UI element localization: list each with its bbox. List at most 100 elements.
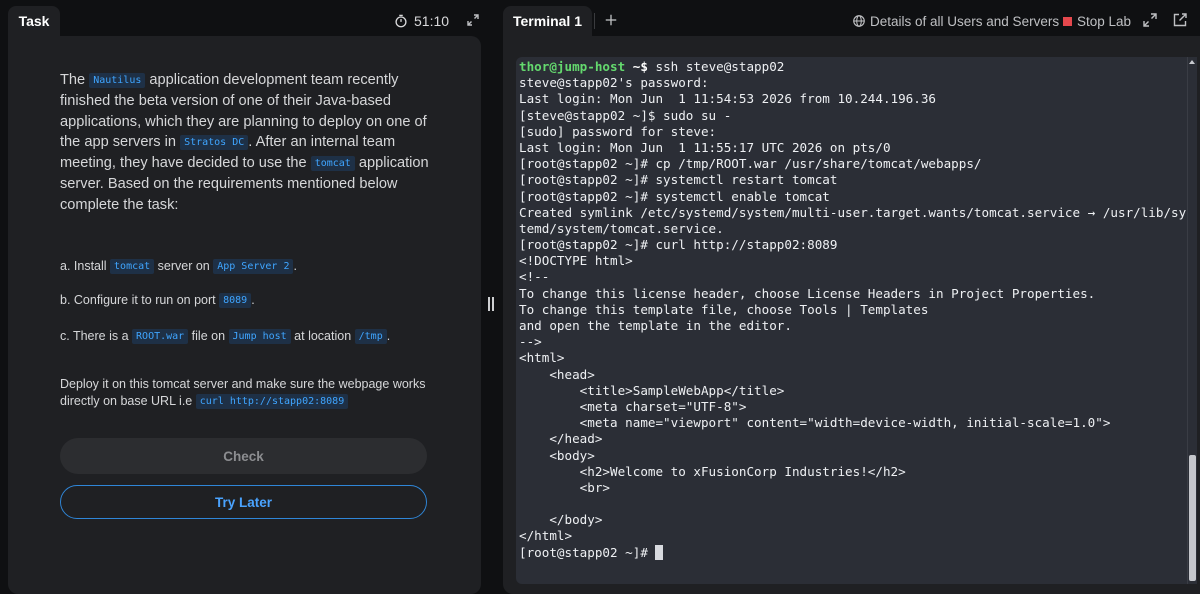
resize-grip-bar bbox=[492, 297, 494, 311]
terminal-line: --> bbox=[519, 334, 1187, 350]
tab-task[interactable]: Task bbox=[8, 6, 60, 36]
stop-square-icon bbox=[1063, 16, 1072, 26]
text-segment: at location bbox=[290, 329, 355, 343]
stopwatch-icon bbox=[395, 14, 407, 28]
terminal-line: Created symlink /etc/systemd/system/mult… bbox=[519, 205, 1194, 221]
line-text: [steve@stapp02 ~]$ sudo su - bbox=[519, 107, 732, 123]
terminal-line: <!-- bbox=[519, 269, 1187, 285]
command-text: ssh steve@stapp02 bbox=[647, 59, 785, 74]
add-terminal-button[interactable] bbox=[603, 11, 619, 29]
code-chip: curl http://stapp02:8089 bbox=[195, 394, 349, 409]
text-segment: server on bbox=[154, 259, 214, 273]
code-chip: 8089 bbox=[219, 293, 252, 308]
text-segment: The bbox=[60, 72, 90, 88]
scroll-up-arrow-icon[interactable] bbox=[1189, 60, 1195, 64]
try-later-button[interactable]: Try Later bbox=[60, 485, 427, 519]
terminal-line: [root@stapp02 ~]# systemctl restart tomc… bbox=[519, 172, 1187, 188]
terminal-line: <h2>Welcome to xFusionCorp Industries!</… bbox=[519, 464, 1187, 480]
resize-grip-bar bbox=[488, 297, 490, 311]
globe-icon bbox=[853, 15, 865, 27]
timer: 51:10 bbox=[394, 12, 449, 30]
terminal-line: [root@stapp02 ~]# curl http://stapp02:80… bbox=[519, 237, 1187, 253]
code-chip: Jump host bbox=[228, 329, 291, 344]
terminal-line: steve@stapp02's password: bbox=[519, 75, 1187, 91]
terminal-line: and open the template in the editor. bbox=[519, 318, 1187, 334]
terminal-line: Last login: Mon Jun 1 11:55:17 UTC 2026 … bbox=[519, 140, 1187, 156]
line-text: [root@stapp02 ~]# cp /tmp/ROOT.war /usr/… bbox=[519, 156, 982, 172]
line-text: To change this license header, choose Li… bbox=[519, 285, 1096, 301]
terminal-panel: thor@jump-host ~$ ssh steve@stapp02 steve… bbox=[503, 36, 1200, 594]
terminal-line: </head> bbox=[519, 431, 1187, 447]
prompt-user-host: thor@jump-host bbox=[519, 59, 626, 74]
line-text: <h2>Welcome to xFusionCorp Industries!</… bbox=[519, 463, 906, 479]
fullscreen-icon[interactable] bbox=[1142, 12, 1158, 28]
check-button[interactable]: Check bbox=[60, 438, 427, 474]
code-chip: /tmp bbox=[354, 329, 387, 344]
line-text: [root@stapp02 ~]# bbox=[519, 544, 656, 560]
tab-task-label: Task bbox=[18, 13, 50, 29]
scrollbar-thumb[interactable] bbox=[1189, 455, 1196, 581]
terminal-line: <meta name="viewport" content="width=dev… bbox=[519, 415, 1187, 431]
task-description: The Nautilus application development tea… bbox=[60, 70, 430, 216]
line-text: <html> bbox=[519, 350, 565, 366]
line-text: </head> bbox=[519, 431, 603, 447]
plus-icon bbox=[605, 14, 617, 26]
terminal-line: [root@stapp02 ~]# bbox=[519, 544, 1187, 561]
terminal-line: </body> bbox=[519, 512, 1187, 528]
terminal-screen[interactable]: thor@jump-host ~$ ssh steve@stapp02 steve… bbox=[516, 57, 1197, 584]
requirement-b: b. Configure it to run on port 8089. bbox=[60, 291, 450, 309]
line-text: steve@stapp02's password: bbox=[519, 75, 709, 91]
line-text: Last login: Mon Jun 1 11:55:17 UTC 2026 … bbox=[519, 139, 891, 155]
terminal-line: temd/system/tomcat.service. bbox=[519, 221, 1187, 237]
terminal-line: [root@stapp02 ~]# systemctl enable tomca… bbox=[519, 189, 1187, 205]
code-chip: tomcat bbox=[110, 259, 155, 274]
external-link-icon[interactable] bbox=[1172, 12, 1188, 28]
line-text: --> bbox=[519, 334, 542, 350]
details-users-servers-button[interactable]: Details of all Users and Servers bbox=[852, 12, 1059, 30]
terminal-line: <body> bbox=[519, 448, 1187, 464]
code-chip: ROOT.war bbox=[132, 329, 189, 344]
terminal-line: <html> bbox=[519, 350, 1187, 366]
expand-icon[interactable] bbox=[466, 13, 480, 27]
line-text: <title>SampleWebApp</title> bbox=[519, 382, 785, 398]
terminal-line: [root@stapp02 ~]# cp /tmp/ROOT.war /usr/… bbox=[519, 156, 1187, 172]
line-text: <head> bbox=[519, 366, 595, 382]
terminal-scrollbar[interactable] bbox=[1187, 57, 1197, 584]
line-text: </html> bbox=[519, 528, 573, 544]
tab-separator bbox=[594, 13, 595, 29]
text-segment: file on bbox=[188, 329, 229, 343]
line-text: To change this template file, choose Too… bbox=[519, 301, 929, 317]
requirement-a: a. Install tomcat server on App Server 2… bbox=[60, 257, 450, 275]
terminal-line: Last login: Mon Jun 1 11:54:53 2026 from… bbox=[519, 91, 1187, 107]
line-text: <body> bbox=[519, 447, 595, 463]
line-text: <meta name="viewport" content="width=dev… bbox=[519, 415, 1111, 431]
tab-terminal-1[interactable]: Terminal 1 bbox=[503, 6, 592, 36]
terminal-output[interactable]: thor@jump-host ~$ ssh steve@stapp02 steve… bbox=[519, 59, 1194, 561]
text-segment: . bbox=[386, 329, 391, 343]
requirement-c: c. There is a ROOT.war file on Jump host… bbox=[60, 327, 450, 345]
line-text: [root@stapp02 ~]# systemctl restart tomc… bbox=[519, 172, 838, 188]
line-text: [root@stapp02 ~]# curl http://stapp02:80… bbox=[519, 237, 838, 253]
deploy-instructions: Deploy it on this tomcat server and make… bbox=[60, 376, 430, 410]
terminal-line: thor@jump-host ~$ ssh steve@stapp02 bbox=[519, 59, 1187, 75]
terminal-cursor bbox=[655, 544, 664, 560]
task-panel: The Nautilus application development tea… bbox=[8, 36, 481, 594]
terminal-line: <!DOCTYPE html> bbox=[519, 253, 1187, 269]
code-chip: Nautilus bbox=[89, 73, 146, 88]
tab-terminal-1-label: Terminal 1 bbox=[513, 13, 582, 29]
line-text: </body> bbox=[519, 512, 603, 528]
line-text: [root@stapp02 ~]# systemctl enable tomca… bbox=[519, 188, 830, 204]
code-chip: tomcat bbox=[310, 156, 355, 172]
terminal-line: To change this template file, choose Too… bbox=[519, 302, 1187, 318]
text-segment: c. There is a bbox=[60, 329, 133, 343]
details-label: Details of all Users and Servers bbox=[870, 13, 1060, 29]
terminal-line: </html> bbox=[519, 528, 1187, 544]
resize-handle[interactable] bbox=[486, 294, 496, 314]
line-text: Last login: Mon Jun 1 11:54:53 2026 from… bbox=[519, 91, 937, 107]
stop-lab-label: Stop Lab bbox=[1077, 13, 1132, 29]
stop-lab-button[interactable]: Stop Lab bbox=[1063, 12, 1131, 30]
terminal-line: <meta charset="UTF-8"> bbox=[519, 399, 1187, 415]
terminal-line: [sudo] password for steve: bbox=[519, 124, 1187, 140]
line-text: <!-- bbox=[519, 269, 550, 285]
